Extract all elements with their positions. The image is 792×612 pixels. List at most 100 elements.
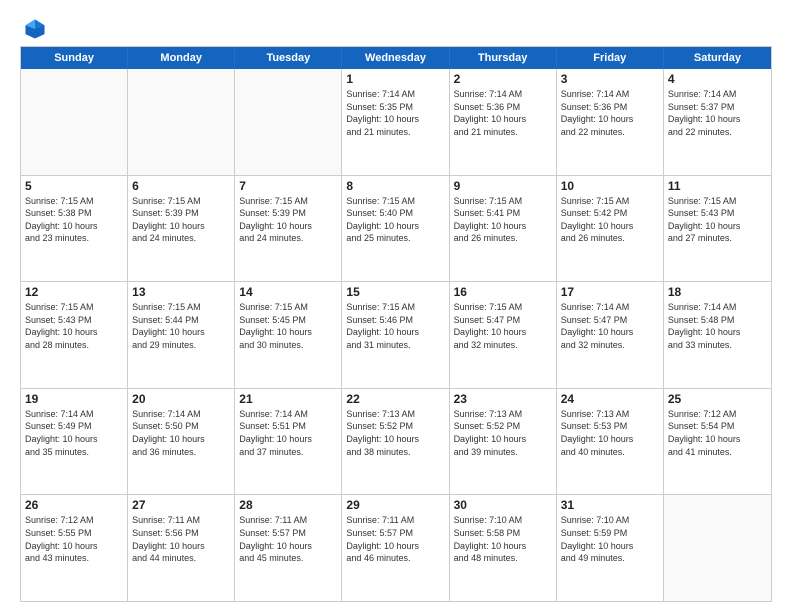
cell-text-7: Sunrise: 7:15 AM Sunset: 5:39 PM Dayligh… bbox=[239, 195, 337, 245]
day-number-29: 29 bbox=[346, 498, 444, 512]
cell-text-18: Sunrise: 7:14 AM Sunset: 5:48 PM Dayligh… bbox=[668, 301, 767, 351]
calendar-cell-r0-c3: 1Sunrise: 7:14 AM Sunset: 5:35 PM Daylig… bbox=[342, 69, 449, 175]
cell-text-23: Sunrise: 7:13 AM Sunset: 5:52 PM Dayligh… bbox=[454, 408, 552, 458]
day-number-7: 7 bbox=[239, 179, 337, 193]
day-number-8: 8 bbox=[346, 179, 444, 193]
cell-text-8: Sunrise: 7:15 AM Sunset: 5:40 PM Dayligh… bbox=[346, 195, 444, 245]
calendar: Sunday Monday Tuesday Wednesday Thursday… bbox=[20, 46, 772, 602]
calendar-cell-r3-c6: 25 Sunrise: 7:12 AM Sunset: 5:54 PM Dayli… bbox=[664, 389, 771, 495]
calendar-cell-r0-c5: 3 Sunrise: 7:14 AM Sunset: 5:36 PM Daylig… bbox=[557, 69, 664, 175]
header-saturday: Saturday bbox=[664, 47, 771, 69]
header-sunday: Sunday bbox=[21, 47, 128, 69]
day-number-30: 30 bbox=[454, 498, 552, 512]
cell-text-12: Sunrise: 7:15 AM Sunset: 5:43 PM Dayligh… bbox=[25, 301, 123, 351]
calendar-cell-r1-c3: 8 Sunrise: 7:15 AM Sunset: 5:40 PM Daylig… bbox=[342, 176, 449, 282]
calendar-cell-r2-c1: 13 Sunrise: 7:15 AM Sunset: 5:44 PM Dayli… bbox=[128, 282, 235, 388]
cell-text-17: Sunrise: 7:14 AM Sunset: 5:47 PM Dayligh… bbox=[561, 301, 659, 351]
calendar-cell-r0-c6: 4 Sunrise: 7:14 AM Sunset: 5:37 PM Daylig… bbox=[664, 69, 771, 175]
header-tuesday: Tuesday bbox=[235, 47, 342, 69]
calendar-row-4: 26 Sunrise: 7:12 AM Sunset: 5:55 PM Dayli… bbox=[21, 494, 771, 601]
day-number-4: 4 bbox=[668, 72, 767, 86]
calendar-cell-r4-c0: 26 Sunrise: 7:12 AM Sunset: 5:55 PM Dayli… bbox=[21, 495, 128, 601]
day-number-13: 13 bbox=[132, 285, 230, 299]
calendar-cell-r2-c2: 14 Sunrise: 7:15 AM Sunset: 5:45 PM Dayli… bbox=[235, 282, 342, 388]
calendar-cell-r1-c4: 9 Sunrise: 7:15 AM Sunset: 5:41 PM Daylig… bbox=[450, 176, 557, 282]
cell-text-30: Sunrise: 7:10 AM Sunset: 5:58 PM Dayligh… bbox=[454, 514, 552, 564]
day-number-20: 20 bbox=[132, 392, 230, 406]
calendar-cell-r0-c4: 2 Sunrise: 7:14 AM Sunset: 5:36 PM Daylig… bbox=[450, 69, 557, 175]
calendar-cell-r1-c6: 11 Sunrise: 7:15 AM Sunset: 5:43 PM Dayli… bbox=[664, 176, 771, 282]
calendar-row-2: 12 Sunrise: 7:15 AM Sunset: 5:43 PM Dayli… bbox=[21, 281, 771, 388]
header-thursday: Thursday bbox=[450, 47, 557, 69]
calendar-cell-r1-c2: 7 Sunrise: 7:15 AM Sunset: 5:39 PM Daylig… bbox=[235, 176, 342, 282]
calendar-cell-r1-c0: 5 Sunrise: 7:15 AM Sunset: 5:38 PM Daylig… bbox=[21, 176, 128, 282]
day-number-15: 15 bbox=[346, 285, 444, 299]
logo bbox=[20, 18, 46, 36]
calendar-cell-r4-c5: 31Sunrise: 7:10 AM Sunset: 5:59 PM Dayli… bbox=[557, 495, 664, 601]
cell-text-22: Sunrise: 7:13 AM Sunset: 5:52 PM Dayligh… bbox=[346, 408, 444, 458]
cell-text-4: Sunrise: 7:14 AM Sunset: 5:37 PM Dayligh… bbox=[668, 88, 767, 138]
day-number-16: 16 bbox=[454, 285, 552, 299]
day-number-12: 12 bbox=[25, 285, 123, 299]
day-number-26: 26 bbox=[25, 498, 123, 512]
header-friday: Friday bbox=[557, 47, 664, 69]
cell-text-27: Sunrise: 7:11 AM Sunset: 5:56 PM Dayligh… bbox=[132, 514, 230, 564]
calendar-cell-r2-c3: 15 Sunrise: 7:15 AM Sunset: 5:46 PM Dayli… bbox=[342, 282, 449, 388]
cell-text-5: Sunrise: 7:15 AM Sunset: 5:38 PM Dayligh… bbox=[25, 195, 123, 245]
calendar-cell-r3-c0: 19 Sunrise: 7:14 AM Sunset: 5:49 PM Dayli… bbox=[21, 389, 128, 495]
calendar-row-0: 1Sunrise: 7:14 AM Sunset: 5:35 PM Daylig… bbox=[21, 69, 771, 175]
day-number-27: 27 bbox=[132, 498, 230, 512]
cell-text-3: Sunrise: 7:14 AM Sunset: 5:36 PM Dayligh… bbox=[561, 88, 659, 138]
day-number-21: 21 bbox=[239, 392, 337, 406]
cell-text-19: Sunrise: 7:14 AM Sunset: 5:49 PM Dayligh… bbox=[25, 408, 123, 458]
day-number-5: 5 bbox=[25, 179, 123, 193]
calendar-cell-r3-c5: 24Sunrise: 7:13 AM Sunset: 5:53 PM Dayli… bbox=[557, 389, 664, 495]
calendar-cell-r3-c1: 20 Sunrise: 7:14 AM Sunset: 5:50 PM Dayli… bbox=[128, 389, 235, 495]
calendar-cell-r3-c4: 23 Sunrise: 7:13 AM Sunset: 5:52 PM Dayli… bbox=[450, 389, 557, 495]
cell-text-20: Sunrise: 7:14 AM Sunset: 5:50 PM Dayligh… bbox=[132, 408, 230, 458]
calendar-cell-r2-c6: 18 Sunrise: 7:14 AM Sunset: 5:48 PM Dayli… bbox=[664, 282, 771, 388]
day-number-23: 23 bbox=[454, 392, 552, 406]
day-number-3: 3 bbox=[561, 72, 659, 86]
day-number-22: 22 bbox=[346, 392, 444, 406]
day-number-2: 2 bbox=[454, 72, 552, 86]
cell-text-1: Sunrise: 7:14 AM Sunset: 5:35 PM Dayligh… bbox=[346, 88, 444, 138]
calendar-header: Sunday Monday Tuesday Wednesday Thursday… bbox=[21, 47, 771, 69]
cell-text-15: Sunrise: 7:15 AM Sunset: 5:46 PM Dayligh… bbox=[346, 301, 444, 351]
cell-text-13: Sunrise: 7:15 AM Sunset: 5:44 PM Dayligh… bbox=[132, 301, 230, 351]
day-number-24: 24 bbox=[561, 392, 659, 406]
cell-text-6: Sunrise: 7:15 AM Sunset: 5:39 PM Dayligh… bbox=[132, 195, 230, 245]
day-number-19: 19 bbox=[25, 392, 123, 406]
calendar-row-3: 19 Sunrise: 7:14 AM Sunset: 5:49 PM Dayli… bbox=[21, 388, 771, 495]
calendar-cell-r0-c0 bbox=[21, 69, 128, 175]
calendar-cell-r4-c4: 30 Sunrise: 7:10 AM Sunset: 5:58 PM Dayli… bbox=[450, 495, 557, 601]
calendar-cell-r4-c6 bbox=[664, 495, 771, 601]
calendar-cell-r3-c3: 22 Sunrise: 7:13 AM Sunset: 5:52 PM Dayli… bbox=[342, 389, 449, 495]
cell-text-26: Sunrise: 7:12 AM Sunset: 5:55 PM Dayligh… bbox=[25, 514, 123, 564]
cell-text-21: Sunrise: 7:14 AM Sunset: 5:51 PM Dayligh… bbox=[239, 408, 337, 458]
calendar-cell-r4-c1: 27 Sunrise: 7:11 AM Sunset: 5:56 PM Dayli… bbox=[128, 495, 235, 601]
cell-text-11: Sunrise: 7:15 AM Sunset: 5:43 PM Dayligh… bbox=[668, 195, 767, 245]
calendar-cell-r0-c1 bbox=[128, 69, 235, 175]
day-number-9: 9 bbox=[454, 179, 552, 193]
calendar-cell-r2-c0: 12 Sunrise: 7:15 AM Sunset: 5:43 PM Dayli… bbox=[21, 282, 128, 388]
page: Sunday Monday Tuesday Wednesday Thursday… bbox=[0, 0, 792, 612]
day-number-25: 25 bbox=[668, 392, 767, 406]
cell-text-14: Sunrise: 7:15 AM Sunset: 5:45 PM Dayligh… bbox=[239, 301, 337, 351]
cell-text-2: Sunrise: 7:14 AM Sunset: 5:36 PM Dayligh… bbox=[454, 88, 552, 138]
cell-text-9: Sunrise: 7:15 AM Sunset: 5:41 PM Dayligh… bbox=[454, 195, 552, 245]
day-number-6: 6 bbox=[132, 179, 230, 193]
calendar-cell-r3-c2: 21 Sunrise: 7:14 AM Sunset: 5:51 PM Dayli… bbox=[235, 389, 342, 495]
cell-text-16: Sunrise: 7:15 AM Sunset: 5:47 PM Dayligh… bbox=[454, 301, 552, 351]
calendar-cell-r2-c5: 17Sunrise: 7:14 AM Sunset: 5:47 PM Dayli… bbox=[557, 282, 664, 388]
day-number-14: 14 bbox=[239, 285, 337, 299]
day-number-10: 10 bbox=[561, 179, 659, 193]
day-number-18: 18 bbox=[668, 285, 767, 299]
header bbox=[20, 18, 772, 36]
day-number-11: 11 bbox=[668, 179, 767, 193]
cell-text-25: Sunrise: 7:12 AM Sunset: 5:54 PM Dayligh… bbox=[668, 408, 767, 458]
header-monday: Monday bbox=[128, 47, 235, 69]
calendar-cell-r4-c3: 29Sunrise: 7:11 AM Sunset: 5:57 PM Dayli… bbox=[342, 495, 449, 601]
cell-text-10: Sunrise: 7:15 AM Sunset: 5:42 PM Dayligh… bbox=[561, 195, 659, 245]
calendar-body: 1Sunrise: 7:14 AM Sunset: 5:35 PM Daylig… bbox=[21, 69, 771, 601]
